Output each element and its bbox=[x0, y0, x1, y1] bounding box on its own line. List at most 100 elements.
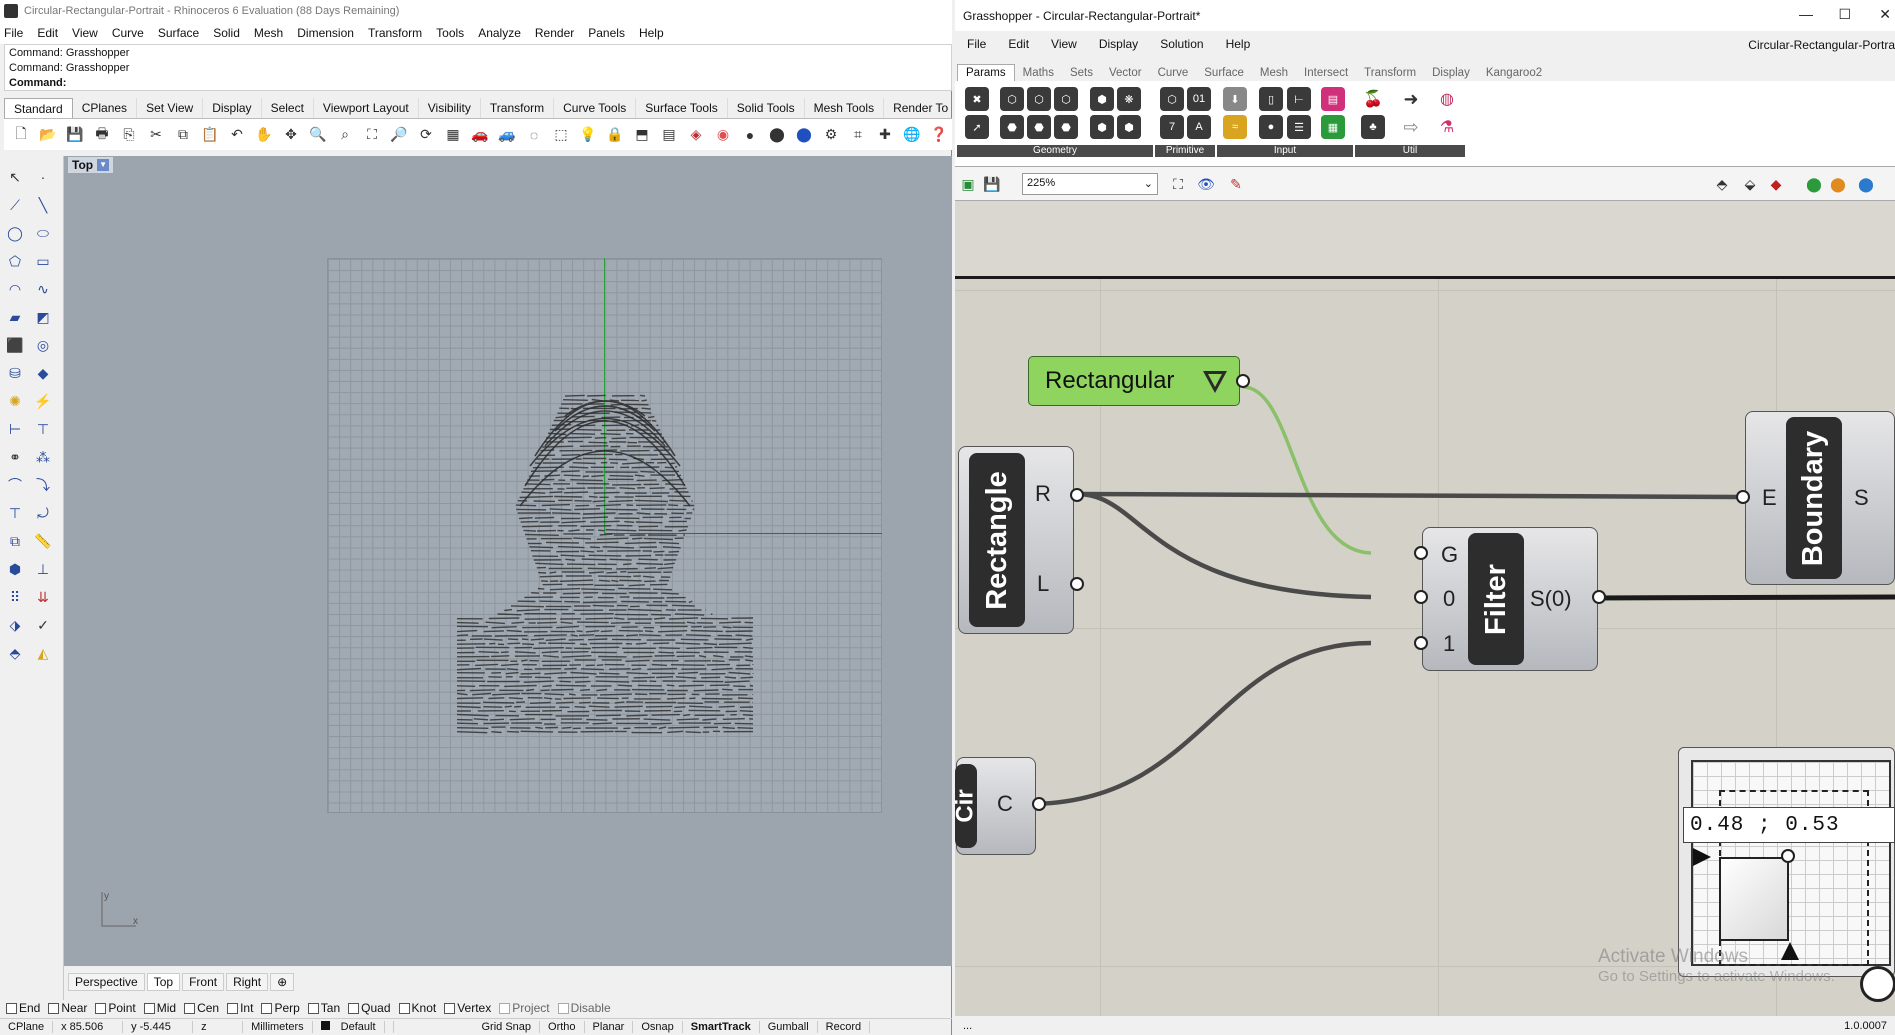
layer-icon[interactable]: ⬒ bbox=[631, 124, 653, 146]
md-slider-handle[interactable] bbox=[1781, 849, 1795, 863]
new-file-icon[interactable]: 🗋 bbox=[10, 124, 32, 146]
gh-document-name[interactable]: Circular-Rectangular-Portra bbox=[1748, 38, 1895, 52]
paint-icon[interactable]: ◈ bbox=[685, 124, 707, 146]
menu-mesh[interactable]: Mesh bbox=[254, 26, 283, 40]
filter-0-grip[interactable] bbox=[1414, 590, 1428, 604]
gh-menu-help[interactable]: Help bbox=[1226, 37, 1251, 51]
tab-transform[interactable]: Transform bbox=[481, 98, 555, 118]
circle-icon[interactable]: ◯ bbox=[4, 222, 26, 244]
param-line-icon[interactable]: ⬣ bbox=[1000, 115, 1024, 139]
input-panel-icon[interactable]: ⬇ bbox=[1223, 87, 1247, 111]
util-data-icon[interactable]: ◍ bbox=[1435, 87, 1459, 111]
param-text-icon[interactable]: A bbox=[1187, 115, 1211, 139]
save-icon[interactable]: 💾 bbox=[64, 124, 86, 146]
status-smarttrack[interactable]: SmartTrack bbox=[683, 1021, 760, 1033]
value-list-output-grip[interactable] bbox=[1236, 374, 1250, 388]
rectangle-output-l[interactable]: L bbox=[1037, 571, 1049, 597]
param-boolean-icon[interactable]: ⬡ bbox=[1160, 87, 1184, 111]
input-toggle-icon[interactable]: ● bbox=[1259, 115, 1283, 139]
tab-front[interactable]: Front bbox=[182, 973, 225, 991]
gh-menu-file[interactable]: File bbox=[967, 37, 986, 51]
car-icon[interactable]: 🚗 bbox=[469, 124, 491, 146]
input-button-icon[interactable]: ▯ bbox=[1259, 87, 1283, 111]
gh-tab-sets[interactable]: Sets bbox=[1062, 65, 1101, 81]
rotate-view-icon[interactable]: ⟳ bbox=[415, 124, 437, 146]
osnap-point[interactable]: Point bbox=[95, 1001, 136, 1015]
ribbon-group-label[interactable]: Geometry bbox=[957, 145, 1153, 157]
trim-icon[interactable]: ⤵ bbox=[32, 474, 54, 496]
circle-component[interactable]: Cir C bbox=[952, 757, 1036, 855]
menu-dimension[interactable]: Dimension bbox=[297, 26, 354, 40]
zoom-icon[interactable]: 🔍 bbox=[307, 124, 329, 146]
point-icon[interactable]: · bbox=[32, 166, 54, 188]
import-icon[interactable]: ⎘ bbox=[118, 124, 140, 146]
boolean-icon[interactable]: ◎ bbox=[32, 334, 54, 356]
param-vector-icon[interactable]: ➚ bbox=[965, 115, 989, 139]
osnap-cen[interactable]: Cen bbox=[184, 1001, 219, 1015]
status-osnap[interactable]: Osnap bbox=[633, 1021, 683, 1033]
line-icon[interactable]: ╲ bbox=[32, 194, 54, 216]
gh-tab-display[interactable]: Display bbox=[1424, 65, 1478, 81]
menu-file[interactable]: File bbox=[4, 26, 23, 40]
gh-fit-icon[interactable]: ⛶ bbox=[1167, 173, 1189, 195]
gh-tab-vector[interactable]: Vector bbox=[1101, 65, 1150, 81]
check-icon[interactable]: ✓ bbox=[32, 614, 54, 636]
viewport-title[interactable]: Top ▼ bbox=[68, 157, 114, 173]
filter-1-grip[interactable] bbox=[1414, 636, 1428, 650]
gh-menu-display[interactable]: Display bbox=[1099, 37, 1138, 51]
param-surface-icon[interactable]: ⬡ bbox=[1054, 87, 1078, 111]
rectangle-output-r[interactable]: R bbox=[1035, 481, 1051, 507]
rectangle-component[interactable]: Rectangle R L bbox=[958, 446, 1074, 634]
arc-icon[interactable]: ◠ bbox=[4, 278, 26, 300]
shaded-sphere-icon[interactable]: ● bbox=[739, 124, 761, 146]
tab-standard[interactable]: Standard bbox=[4, 98, 73, 118]
gh-menu-solution[interactable]: Solution bbox=[1160, 37, 1203, 51]
param-field-icon[interactable]: ⬢ bbox=[1090, 115, 1114, 139]
osnap-end[interactable]: End bbox=[6, 1001, 40, 1015]
osnap-perp[interactable]: Perp bbox=[261, 1001, 300, 1015]
lock-icon[interactable]: 🔒 bbox=[604, 124, 626, 146]
filter-input-0[interactable]: 0 bbox=[1443, 586, 1455, 612]
md-slider-left-arrow-icon[interactable] bbox=[1691, 846, 1713, 868]
util-tree-icon[interactable]: ♣ bbox=[1361, 115, 1385, 139]
param-plane-icon[interactable]: ⬣ bbox=[1027, 115, 1051, 139]
md-slider-output-grip[interactable] bbox=[1860, 966, 1895, 1002]
help-icon[interactable]: ❓ bbox=[928, 124, 950, 146]
portrait-curves[interactable] bbox=[455, 356, 755, 736]
input-gradient-icon[interactable]: ▦ bbox=[1321, 115, 1345, 139]
zoom-extents-icon[interactable]: ⛶ bbox=[361, 124, 383, 146]
util-flask-icon[interactable]: ⚗ bbox=[1435, 115, 1459, 139]
menu-help[interactable]: Help bbox=[639, 26, 664, 40]
gh-tab-mesh[interactable]: Mesh bbox=[1252, 65, 1296, 81]
cut-icon[interactable]: ✂ bbox=[145, 124, 167, 146]
gh-wireframe-icon[interactable]: ⬘ bbox=[1711, 173, 1733, 195]
array-icon[interactable]: ⧉ bbox=[4, 530, 26, 552]
filter-output-s0[interactable]: S(0) bbox=[1530, 586, 1572, 612]
tab-select[interactable]: Select bbox=[262, 98, 314, 118]
command-prompt[interactable]: Command: bbox=[9, 76, 947, 91]
tab-visibility[interactable]: Visibility bbox=[419, 98, 481, 118]
undo-icon[interactable]: ↶ bbox=[226, 124, 248, 146]
menu-view[interactable]: View bbox=[72, 26, 98, 40]
tab-curve-tools[interactable]: Curve Tools bbox=[554, 98, 637, 118]
boundary-e-grip[interactable] bbox=[1736, 490, 1750, 504]
tab-viewport-layout[interactable]: Viewport Layout bbox=[314, 98, 419, 118]
minimize-icon[interactable]: — bbox=[1799, 6, 1813, 22]
maximize-icon[interactable]: ☐ bbox=[1838, 6, 1851, 23]
status-ortho[interactable]: Ortho bbox=[540, 1021, 585, 1033]
gh-menu-view[interactable]: View bbox=[1051, 37, 1077, 51]
ruler-icon[interactable]: 📏 bbox=[32, 530, 54, 552]
param-curve-icon[interactable]: ⬡ bbox=[1027, 87, 1051, 111]
rotate-tool-icon[interactable]: ⤾ bbox=[32, 502, 54, 524]
explode-icon[interactable]: ✺ bbox=[4, 390, 26, 412]
rectangle-icon[interactable]: ▭ bbox=[32, 250, 54, 272]
param-box-icon[interactable]: ⬣ bbox=[1054, 115, 1078, 139]
move-tool-icon[interactable]: ⊤ bbox=[4, 502, 26, 524]
osnap-tan[interactable]: Tan bbox=[307, 1001, 340, 1015]
paint-bucket-icon[interactable]: ◭ bbox=[32, 642, 54, 664]
render-icon[interactable]: ⬤ bbox=[793, 124, 815, 146]
status-layer[interactable]: Default bbox=[313, 1021, 394, 1033]
osnap-int[interactable]: Int bbox=[227, 1001, 253, 1015]
lightning-icon[interactable]: ⚡ bbox=[32, 390, 54, 412]
plugin-globe-icon[interactable]: 🌐 bbox=[901, 124, 923, 146]
